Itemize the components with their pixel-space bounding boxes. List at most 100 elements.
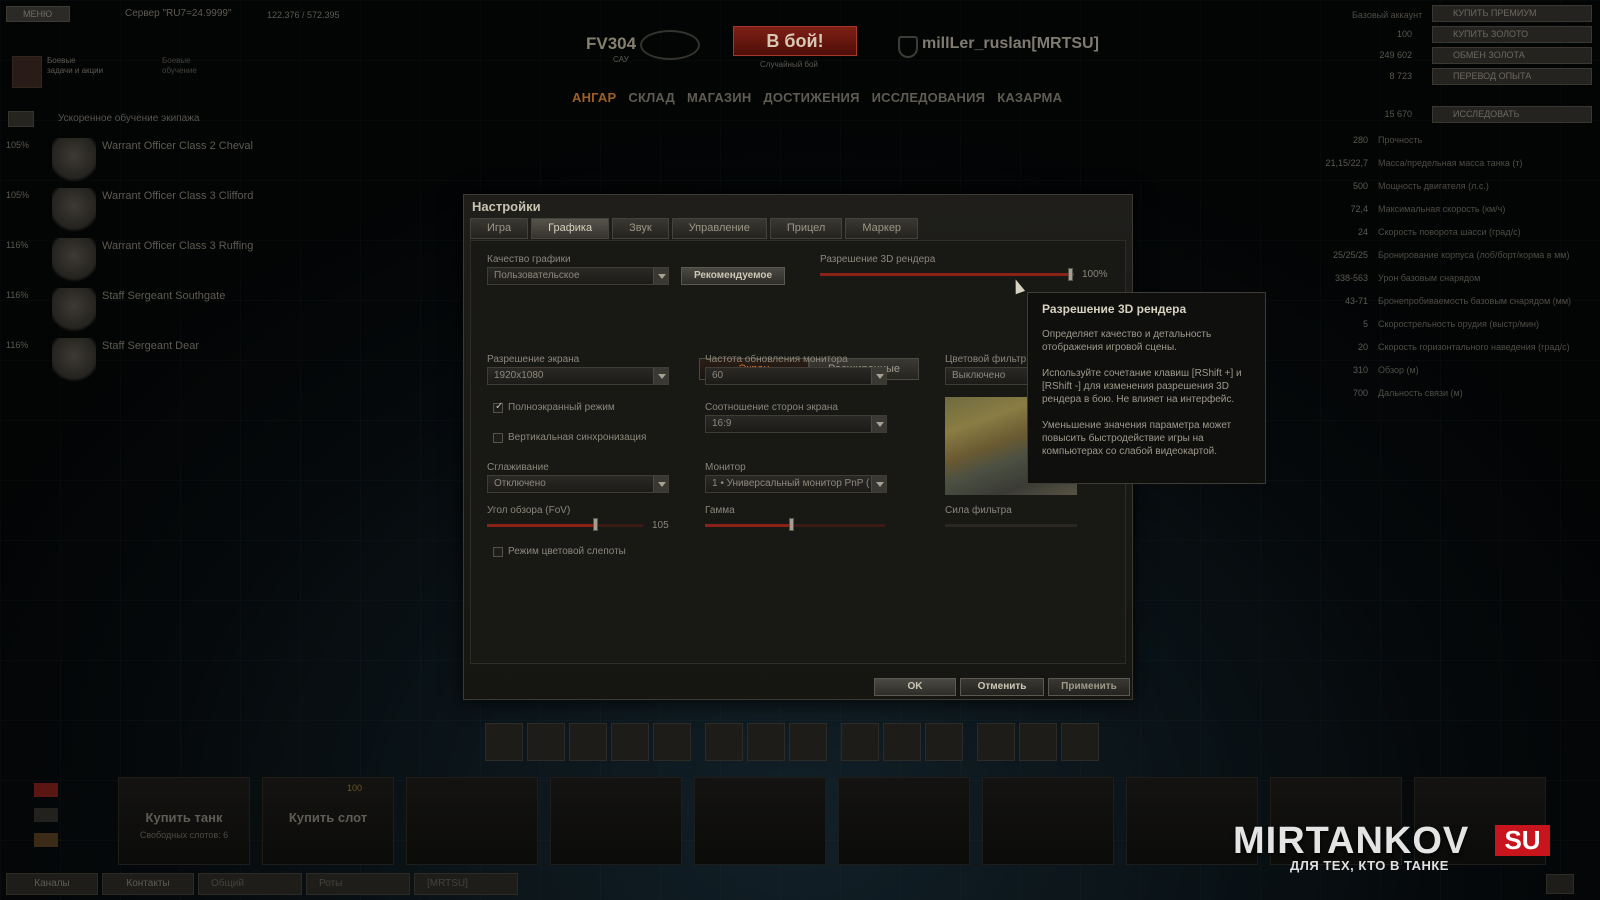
account-type: Базовый аккаунт xyxy=(1352,10,1423,20)
refresh-dropdown[interactable]: 60 xyxy=(705,367,887,385)
quality-dropdown[interactable]: Пользовательское xyxy=(487,267,669,285)
buy-premium-button[interactable]: КУПИТЬ ПРЕМИУМ xyxy=(1432,5,1592,22)
channels-button[interactable]: Каналы xyxy=(6,873,98,895)
tab-sound[interactable]: Звук xyxy=(612,218,669,239)
shell-slot[interactable] xyxy=(705,723,743,761)
tank-stat: 72,4 Максимальная скорость (км/ч) xyxy=(1350,204,1506,214)
tank-stat: 21,15/22,7 Масса/предельная масса танка (… xyxy=(1325,158,1523,168)
crew-portrait xyxy=(52,288,96,336)
nav-achievements[interactable]: ДОСТИЖЕНИЯ xyxy=(763,90,859,105)
colorblind-checkbox[interactable] xyxy=(493,547,503,557)
crew-member[interactable]: 105% Warrant Officer Class 2 Cheval xyxy=(0,138,300,188)
filter-strength-slider[interactable] xyxy=(945,524,1077,527)
recommended-button[interactable]: Рекомендуемое xyxy=(681,267,785,285)
free-xp-balance: 8 723 xyxy=(1389,71,1412,81)
gamma-slider[interactable] xyxy=(705,524,885,527)
research-button[interactable]: ИССЛЕДОВАТЬ xyxy=(1432,106,1592,123)
buy-tank-slot[interactable]: Купить танк Свободных слотов: 6 xyxy=(118,777,250,865)
quality-label: Качество графики xyxy=(487,254,571,265)
nav-barracks[interactable]: КАЗАРМА xyxy=(997,90,1062,105)
screen-res-label: Разрешение экрана xyxy=(487,354,580,365)
contacts-button[interactable]: Контакты xyxy=(102,873,194,895)
cancel-button[interactable]: Отменить xyxy=(960,678,1044,696)
fov-label: Угол обзора (FoV) xyxy=(487,505,571,516)
nav-hangar[interactable]: АНГАР xyxy=(572,90,616,105)
gamma-label: Гамма xyxy=(705,505,735,516)
server-selector[interactable]: Сервер "RU7=24.9999" xyxy=(125,8,232,19)
equipment-slot[interactable] xyxy=(883,723,921,761)
tooltip-title: Разрешение 3D рендера xyxy=(1042,302,1187,316)
consumable-slot[interactable] xyxy=(1019,723,1057,761)
slider-thumb[interactable] xyxy=(789,518,794,531)
level-filter-icon[interactable] xyxy=(34,833,58,847)
consumable-slot[interactable] xyxy=(977,723,1015,761)
screen-res-dropdown[interactable]: 1920x1080 xyxy=(487,367,669,385)
tasks-label[interactable]: Боевые задачи и акции xyxy=(47,56,103,76)
watermark-tld: SU xyxy=(1495,825,1550,856)
chevron-down-icon xyxy=(653,268,668,284)
crew-member[interactable]: 116% Staff Sergeant Southgate xyxy=(0,288,300,338)
crew-accelerated-training[interactable]: Ускоренное обучение экипажа xyxy=(6,110,436,128)
monitor-dropdown[interactable]: 1 • Универсальный монитор PnP ( xyxy=(705,475,887,493)
crew-member[interactable]: 105% Warrant Officer Class 3 Clifford xyxy=(0,188,300,238)
training-label[interactable]: Боевые обучение xyxy=(162,56,197,76)
nav-shop[interactable]: МАГАЗИН xyxy=(687,90,751,105)
battle-button[interactable]: В бой! xyxy=(733,26,857,56)
tasks-icon[interactable] xyxy=(12,56,42,88)
buy-gold-button[interactable]: КУПИТЬ ЗОЛОТО xyxy=(1432,26,1592,43)
tank-stat: 43-71 Бронепробиваемость базовым снарядом… xyxy=(1344,296,1572,306)
module-slot[interactable] xyxy=(653,723,691,761)
chevron-down-icon xyxy=(871,416,886,432)
consumable-slot[interactable] xyxy=(1061,723,1099,761)
equipment-slot[interactable] xyxy=(841,723,879,761)
xp-balance: 15 670 xyxy=(1384,109,1412,119)
chat-tab-general[interactable]: Общий xyxy=(198,873,302,895)
tab-game[interactable]: Игра xyxy=(470,218,529,239)
shell-slot[interactable] xyxy=(747,723,785,761)
render-res-slider[interactable] xyxy=(820,273,1074,276)
equipment-slot[interactable] xyxy=(925,723,963,761)
buy-slot-slot[interactable]: 100 Купить слот xyxy=(262,777,394,865)
fullscreen-checkbox[interactable] xyxy=(493,401,503,413)
tab-graphics[interactable]: Графика xyxy=(531,218,610,239)
module-slot[interactable] xyxy=(485,723,523,761)
nav-depot[interactable]: СКЛАД xyxy=(628,90,675,105)
crew-member[interactable]: 116% Staff Sergeant Dear xyxy=(0,338,300,388)
exchange-gold-button[interactable]: ОБМЕН ЗОЛОТА xyxy=(1432,47,1592,64)
filter-strength-label: Сила фильтра xyxy=(945,505,1012,516)
crew-member[interactable]: 116% Warrant Officer Class 3 Ruffing xyxy=(0,238,300,288)
vsync-checkbox[interactable] xyxy=(493,433,503,443)
nation-filter-icon[interactable] xyxy=(34,783,58,797)
type-filter-icon[interactable] xyxy=(34,808,58,822)
apply-button[interactable]: Применить xyxy=(1048,678,1130,696)
tank-stat: 310 Обзор (м) xyxy=(1352,365,1419,375)
empty-slot xyxy=(694,777,826,865)
chat-tab-companies[interactable]: Роты xyxy=(306,873,410,895)
slider-thumb[interactable] xyxy=(593,518,598,531)
fullscreen-label: Полноэкранный режим xyxy=(508,402,615,413)
chat-icon[interactable] xyxy=(1546,874,1574,894)
shell-slot[interactable] xyxy=(789,723,827,761)
chat-tab-clan[interactable]: [MRTSU] xyxy=(414,873,518,895)
chevron-down-icon xyxy=(871,476,886,492)
transfer-xp-button[interactable]: ПЕРЕВОД ОПЫТА xyxy=(1432,68,1592,85)
tank-stat: 338-563 Урон базовым снарядом xyxy=(1334,273,1481,283)
crew-icon[interactable] xyxy=(8,111,34,127)
module-slot[interactable] xyxy=(611,723,649,761)
tank-stat: 700 Дальность связи (м) xyxy=(1352,388,1463,398)
tank-name: FV304 xyxy=(586,34,637,53)
tab-marker[interactable]: Маркер xyxy=(845,218,919,239)
nav-research[interactable]: ИССЛЕДОВАНИЯ xyxy=(872,90,986,105)
fov-slider[interactable] xyxy=(487,524,643,527)
slider-thumb[interactable] xyxy=(1068,268,1073,281)
menu-button[interactable]: МЕНЮ xyxy=(6,6,70,22)
module-slot[interactable] xyxy=(569,723,607,761)
battle-mode-selector[interactable]: Случайный бой xyxy=(760,60,818,69)
module-slot[interactable] xyxy=(527,723,565,761)
ok-button[interactable]: OK xyxy=(874,678,956,696)
render-res-tooltip: Разрешение 3D рендера Определяет качеств… xyxy=(1027,292,1266,484)
aa-dropdown[interactable]: Отключено xyxy=(487,475,669,493)
tab-sight[interactable]: Прицел xyxy=(769,218,843,239)
aspect-dropdown[interactable]: 16:9 xyxy=(705,415,887,433)
tab-controls[interactable]: Управление xyxy=(671,218,767,239)
